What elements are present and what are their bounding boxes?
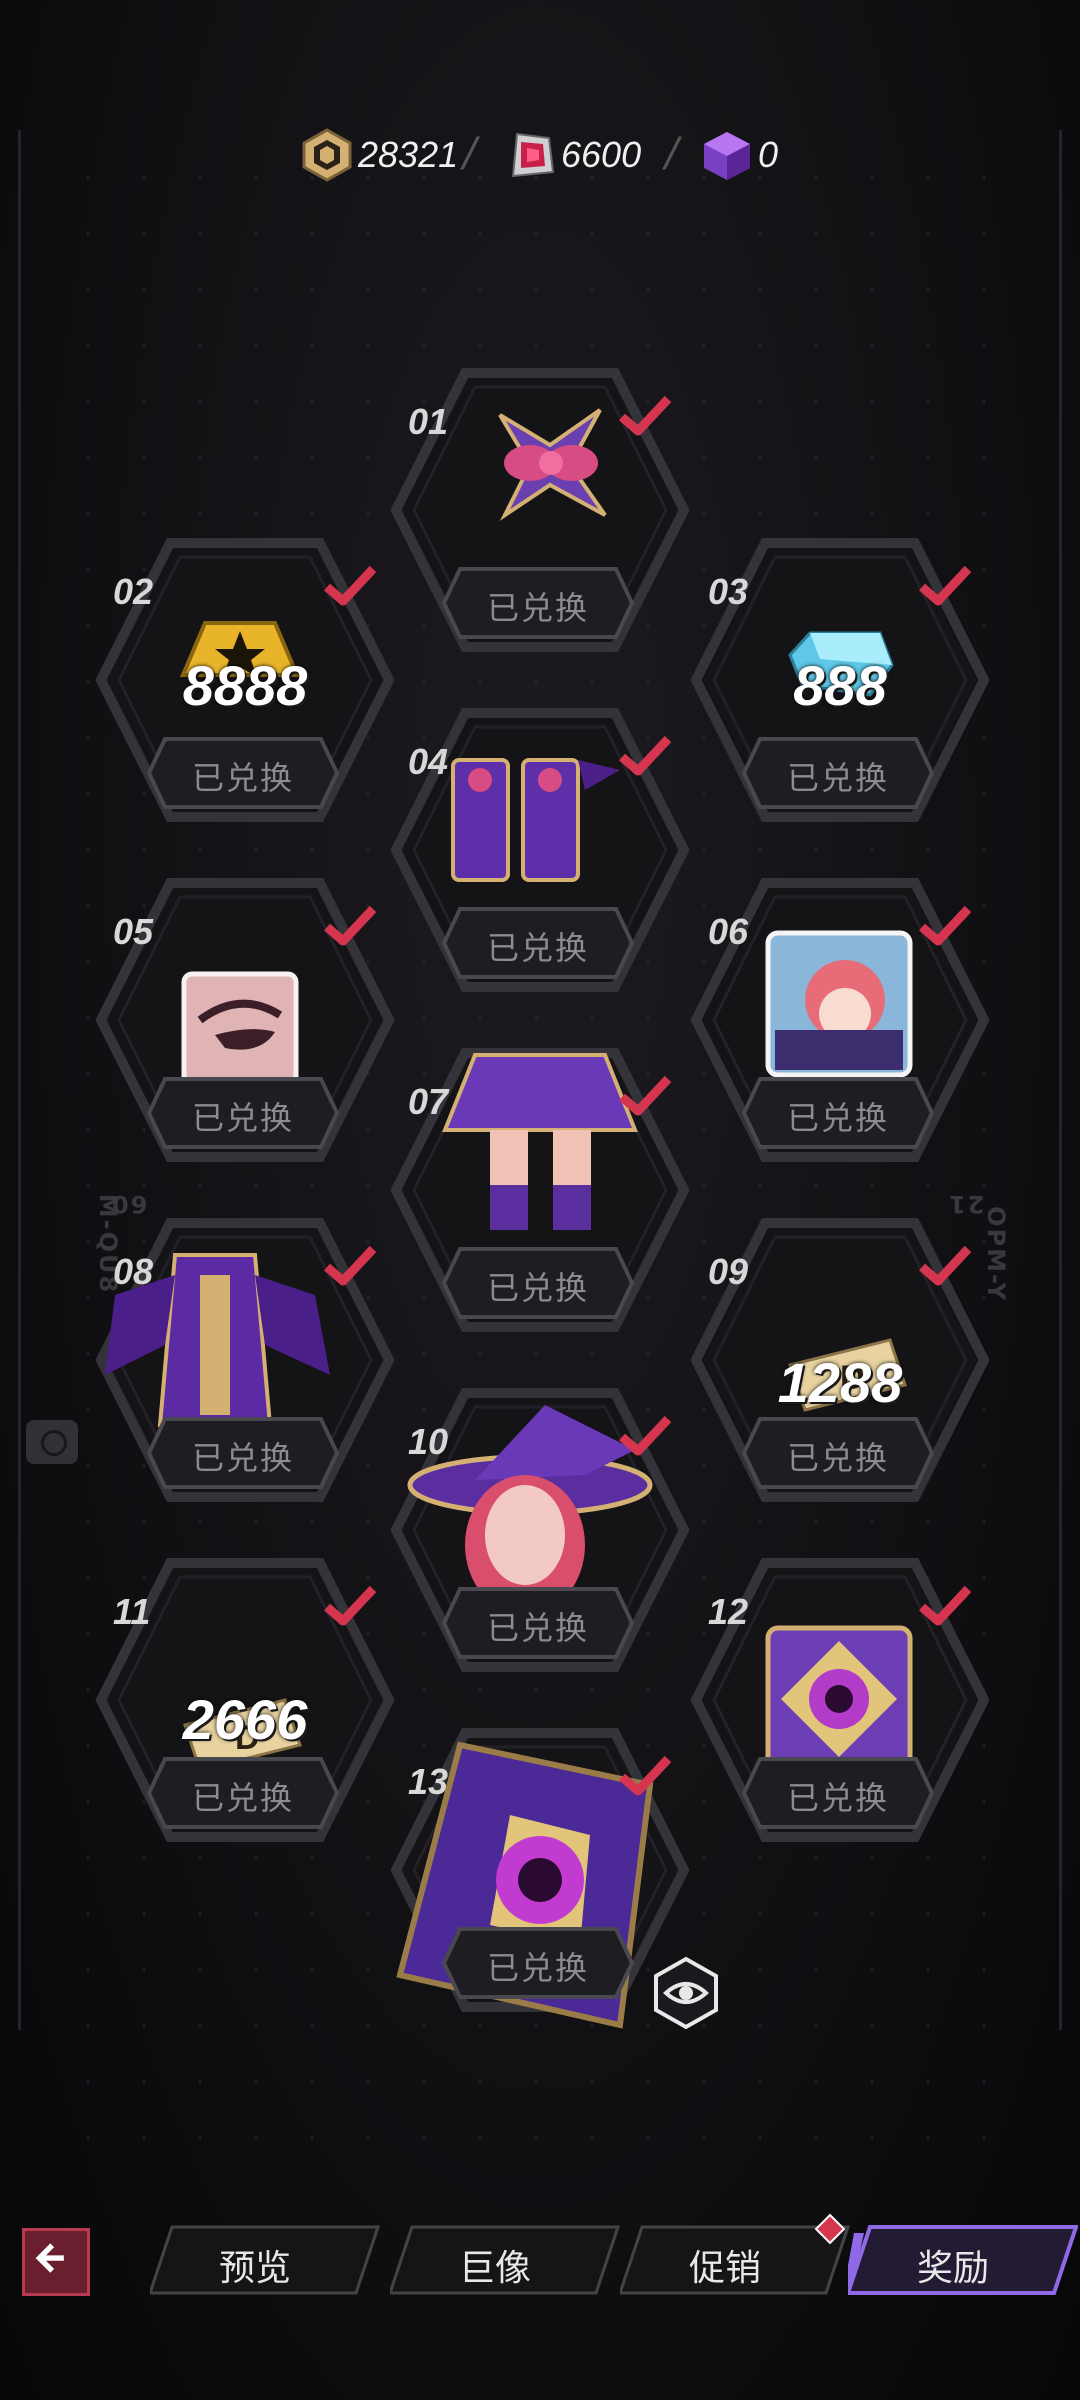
- redeemed-button[interactable]: 已兑换: [145, 1075, 341, 1151]
- reward-cell-06[interactable]: 06 已兑换: [690, 875, 990, 1165]
- redeemed-button[interactable]: 已兑换: [145, 1415, 341, 1491]
- left-frame: [18, 130, 81, 2030]
- reward-number: 11: [113, 1591, 151, 1632]
- redeemed-label: 已兑换: [786, 759, 889, 797]
- redeemed-label: 已兑换: [486, 1609, 589, 1647]
- tab-preview-label: 预览: [218, 2248, 291, 2289]
- check-icon: [619, 1075, 672, 1116]
- currency-gold: 28321: [300, 125, 458, 185]
- camera-icon[interactable]: [26, 1420, 78, 1464]
- currency-separator: /: [463, 130, 477, 176]
- reward-cell-02[interactable]: 02 8888 已兑换: [95, 535, 395, 825]
- reward-cell-07[interactable]: 07 已兑换: [390, 1045, 690, 1335]
- currency-gem: 6600: [503, 125, 641, 185]
- purple-dress-top-icon: [95, 1235, 335, 1439]
- redeemed-button[interactable]: 已兑换: [740, 1075, 936, 1151]
- reward-number: 05: [113, 911, 154, 952]
- side-number-right: 21: [946, 1190, 984, 1218]
- back-button[interactable]: [22, 2228, 90, 2296]
- redeemed-label: 已兑换: [486, 929, 589, 967]
- redeemed-button[interactable]: 已兑换: [440, 1925, 636, 2001]
- check-icon: [619, 395, 672, 436]
- check-icon: [919, 905, 972, 946]
- notification-diamond-icon: [814, 2213, 846, 2245]
- reward-cell-01[interactable]: 01 已兑换: [390, 365, 690, 655]
- reward-cell-09[interactable]: 09 D 1288 已兑换: [690, 1215, 990, 1505]
- side-number-left: 60: [110, 1190, 148, 1218]
- check-icon: [619, 1755, 672, 1796]
- check-icon: [919, 1245, 972, 1286]
- redeemed-button[interactable]: 已兑换: [740, 735, 936, 811]
- tab-colossus-label: 巨像: [458, 2248, 531, 2289]
- right-frame: [999, 130, 1062, 2030]
- redeemed-label: 已兑换: [786, 1099, 889, 1137]
- back-arrow-icon: [35, 2243, 64, 2273]
- reward-amount: 8888: [182, 654, 308, 717]
- redeemed-label: 已兑换: [486, 1269, 589, 1307]
- tab-reward-label: 奖励: [916, 2248, 989, 2289]
- reward-cell-11[interactable]: 11 D 2666 已兑换: [95, 1555, 395, 1845]
- redeemed-label: 已兑换: [191, 1779, 294, 1817]
- tab-promotion[interactable]: 促销: [620, 2213, 850, 2295]
- redeemed-button[interactable]: 已兑换: [740, 1755, 936, 1831]
- reward-cell-05[interactable]: 05 已兑换: [95, 875, 395, 1165]
- check-icon: [919, 565, 972, 606]
- redeemed-label: 已兑换: [786, 1779, 889, 1817]
- reward-amount: 2666: [182, 1688, 308, 1751]
- purple-cube-icon: [704, 132, 750, 180]
- reward-cell-10[interactable]: 10 已兑换: [390, 1385, 690, 1675]
- redeemed-label: 已兑换: [191, 1439, 294, 1477]
- reward-number: 09: [708, 1251, 749, 1292]
- redeemed-button[interactable]: 已兑换: [440, 565, 636, 641]
- reward-amount: 888: [793, 654, 887, 717]
- preview-eye-button[interactable]: [648, 1955, 724, 2031]
- tab-reward[interactable]: 奖励: [848, 2225, 1078, 2295]
- redeemed-button[interactable]: 已兑换: [145, 735, 341, 811]
- reward-amount: 1288: [777, 1351, 903, 1414]
- purple-boots-icon: [435, 740, 625, 894]
- redeemed-button[interactable]: 已兑换: [740, 1415, 936, 1491]
- reward-cell-13[interactable]: 13 已兑换: [390, 1725, 690, 2029]
- check-icon: [324, 905, 377, 946]
- redeemed-label: 已兑换: [486, 589, 589, 627]
- cube-amount: 0: [758, 134, 779, 175]
- gold-amount: 28321: [358, 134, 459, 175]
- reward-number: 03: [708, 571, 749, 612]
- redeemed-label: 已兑换: [191, 1099, 294, 1137]
- check-icon: [619, 1415, 672, 1456]
- reward-number: 02: [113, 571, 154, 612]
- check-icon: [919, 1585, 972, 1626]
- purple-skirt-icon: [435, 1045, 645, 1239]
- reward-cell-04[interactable]: 04 已兑换: [390, 705, 690, 995]
- check-icon: [619, 735, 672, 776]
- red-gem-icon: [511, 132, 555, 178]
- reward-number: 06: [708, 911, 749, 952]
- check-icon: [324, 1585, 377, 1626]
- avatar-portrait-icon: [765, 930, 913, 1082]
- tab-colossus[interactable]: 巨像: [390, 2225, 620, 2295]
- check-icon: [324, 1245, 377, 1286]
- tab-preview[interactable]: 预览: [150, 2225, 380, 2295]
- redeemed-label: 已兑换: [191, 759, 294, 797]
- redeemed-label: 已兑换: [486, 1949, 589, 1987]
- gold-token-icon: [302, 128, 352, 182]
- redeemed-button[interactable]: 已兑换: [440, 905, 636, 981]
- reward-number: 01: [408, 401, 449, 442]
- reward-cell-08[interactable]: 08 已兑换: [95, 1215, 395, 1505]
- reward-cell-12[interactable]: 12 已兑换: [690, 1555, 990, 1845]
- redeemed-button[interactable]: 已兑换: [440, 1245, 636, 1321]
- redeemed-button[interactable]: 已兑换: [440, 1585, 636, 1661]
- check-icon: [324, 565, 377, 606]
- currency-separator: /: [665, 130, 679, 176]
- bow-hair-accessory-icon: [480, 395, 620, 539]
- redeemed-label: 已兑换: [786, 1439, 889, 1477]
- currency-cube: 0: [700, 125, 778, 185]
- gem-amount: 6600: [561, 134, 642, 175]
- redeemed-button[interactable]: 已兑换: [145, 1755, 341, 1831]
- reward-cell-03[interactable]: 03 888 已兑换: [690, 535, 990, 825]
- reward-number: 12: [708, 1591, 749, 1632]
- tab-promotion-label: 促销: [688, 2248, 761, 2289]
